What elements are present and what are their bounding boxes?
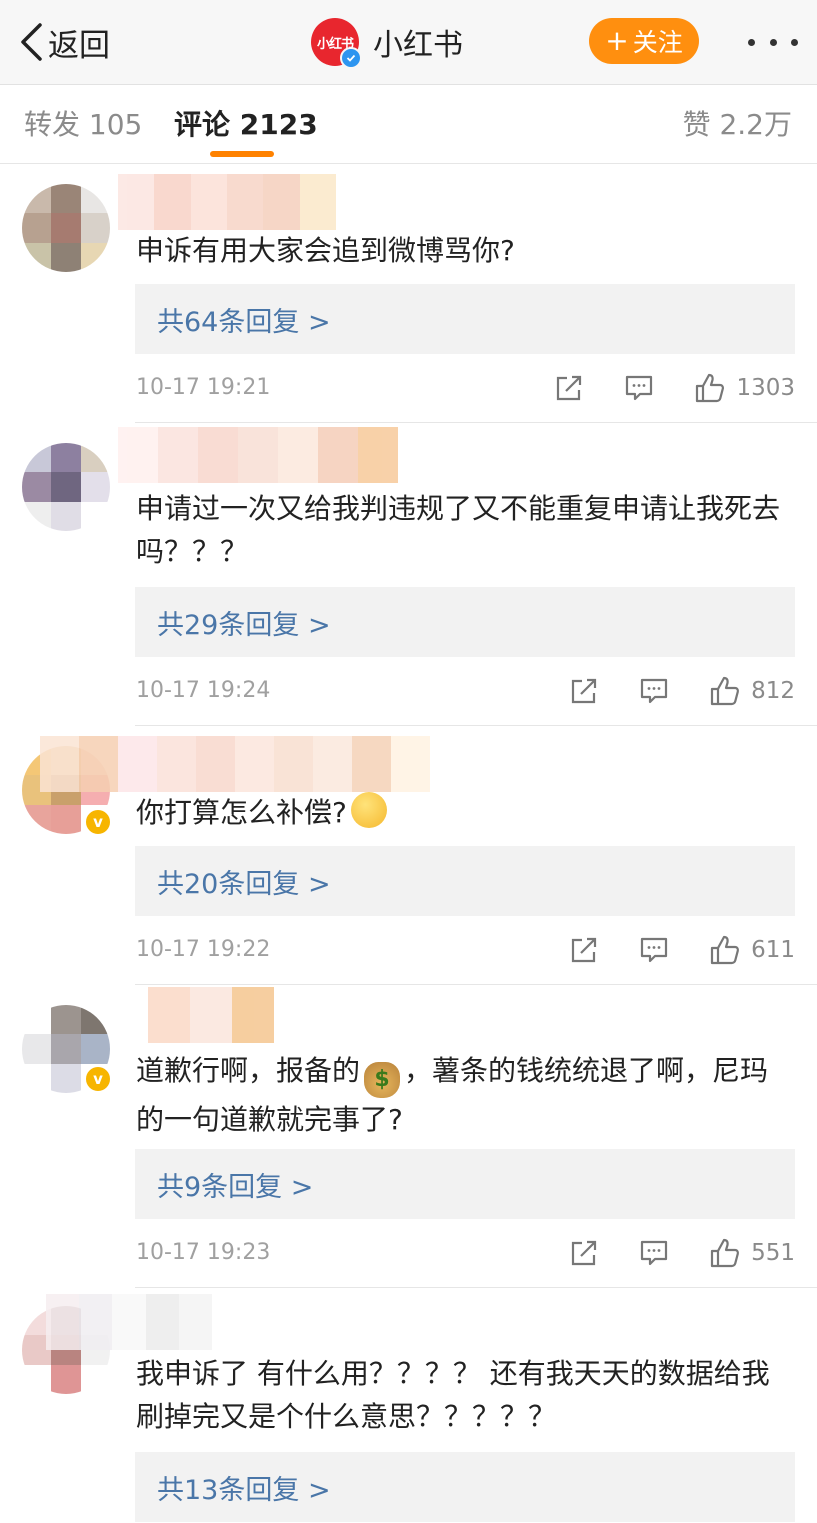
thumb-up-icon <box>710 1238 740 1268</box>
username-blurred[interactable] <box>40 736 430 792</box>
replies-button[interactable]: 共13条回复 > <box>135 1452 795 1522</box>
like-button[interactable]: 551 <box>709 1237 795 1269</box>
comment-text: 我申诉了 有什么用？？？？ 还有我天天的数据给我刷掉完又是个什么意思？？？？？ <box>136 1357 770 1433</box>
comment-time: 10-17 19:23 <box>136 1240 271 1265</box>
avatar[interactable] <box>22 443 110 531</box>
account-logo: 小红书 <box>311 18 362 69</box>
comment-text-content: 你打算怎么补偿? <box>136 796 347 829</box>
comment-item: v 道歉行啊，报备的 $ ，薯条的钱统统退了啊，尼玛的一句道歉就完事了? 共9条回复… <box>0 985 817 1288</box>
account-title[interactable]: 小红书 小红书 <box>311 18 463 69</box>
shocked-face-emoji-icon <box>350 792 387 828</box>
follow-button[interactable]: + 关注 <box>589 18 699 64</box>
top-navigation-bar: 返回 小红书 小红书 + 关注 <box>0 0 817 85</box>
replies-button[interactable]: 共20条回复 > <box>135 846 795 916</box>
tab-comment[interactable]: 评论 2123 <box>174 103 318 143</box>
back-button[interactable]: 返回 <box>18 20 110 64</box>
comment-icon[interactable] <box>624 374 654 402</box>
thumb-up-icon <box>710 676 740 706</box>
active-tab-indicator <box>210 151 274 157</box>
username-blurred[interactable] <box>148 987 274 1043</box>
comment-actions: 1303 <box>554 368 795 408</box>
username-blurred[interactable] <box>118 174 336 230</box>
like-button[interactable]: 611 <box>709 934 795 966</box>
comment-icon[interactable] <box>639 677 669 705</box>
username-blurred[interactable] <box>118 427 398 483</box>
replies-button[interactable]: 共9条回复 > <box>135 1149 795 1219</box>
dot <box>791 38 798 46</box>
replies-button[interactable]: 共64条回复 > <box>135 284 795 354</box>
avatar[interactable] <box>22 184 110 272</box>
tab-repost[interactable]: 转发 105 <box>24 103 142 143</box>
chevron-left-icon <box>21 23 42 61</box>
comment-item: 申请过一次又给我判违规了又不能重复申请让我死去吗？？？ 共29条回复 > 10-… <box>0 423 817 726</box>
username-blurred[interactable] <box>46 1294 213 1350</box>
thumb-up-icon <box>696 373 725 403</box>
comment-time: 10-17 19:24 <box>136 678 271 703</box>
comment-actions: 551 <box>569 1233 795 1273</box>
dot <box>748 38 755 46</box>
replies-label: 共29条回复 > <box>157 609 331 641</box>
comment-text-part-a: 道歉行啊，报备的 <box>136 1054 361 1087</box>
money-bag-emoji-icon: $ <box>364 1062 401 1098</box>
like-count: 812 <box>751 678 795 704</box>
share-icon[interactable] <box>569 935 599 965</box>
comment-actions: 812 <box>569 671 795 711</box>
comment-icon[interactable] <box>639 1239 669 1267</box>
replies-label: 共13条回复 > <box>157 1474 331 1506</box>
comment-item: 申诉有用大家会追到微博骂你? 共64条回复 > 10-17 19:21 1303 <box>0 164 817 423</box>
share-icon[interactable] <box>569 676 599 706</box>
follow-label: 关注 <box>632 28 683 57</box>
comment-text: 申诉有用大家会追到微博骂你? <box>136 234 515 267</box>
replies-label: 共64条回复 > <box>157 306 331 338</box>
tab-like[interactable]: 赞 2.2万 <box>683 103 792 143</box>
tab-bar: 转发 105 评论 2123 赞 2.2万 <box>0 85 817 164</box>
comment-icon[interactable] <box>639 936 669 964</box>
replies-button[interactable]: 共29条回复 > <box>135 587 795 657</box>
more-dots-icon[interactable] <box>748 30 798 54</box>
comment-item: v 你打算怎么补偿? 共20条回复 > 10-17 19:22 611 <box>0 726 817 985</box>
share-icon[interactable] <box>569 1238 599 1268</box>
like-count: 1303 <box>736 375 795 401</box>
dot <box>769 38 777 46</box>
thumb-up-icon <box>710 935 740 965</box>
like-button[interactable]: 812 <box>709 675 795 707</box>
replies-label: 共9条回复 > <box>157 1171 314 1203</box>
share-icon[interactable] <box>554 373 584 403</box>
verified-badge-icon: v <box>84 808 112 836</box>
comment-item: 我申诉了 有什么用？？？？ 还有我天天的数据给我刷掉完又是个什么意思？？？？？ … <box>0 1288 817 1523</box>
comment-time: 10-17 19:21 <box>136 375 271 400</box>
like-count: 611 <box>751 937 795 963</box>
verified-badge-icon <box>340 47 362 69</box>
back-label: 返回 <box>48 27 110 64</box>
comment-time: 10-17 19:22 <box>136 937 271 962</box>
like-count: 551 <box>751 1240 795 1266</box>
comment-text: 申请过一次又给我判违规了又不能重复申请让我死去吗？？？ <box>136 492 781 568</box>
page-title: 小红书 <box>373 28 463 63</box>
comment-actions: 611 <box>569 930 795 970</box>
like-button[interactable]: 1303 <box>694 372 795 404</box>
replies-label: 共20条回复 > <box>157 868 331 900</box>
comment-text: 你打算怎么补偿? <box>136 791 796 834</box>
verified-badge-icon: v <box>84 1065 112 1093</box>
comment-text: 道歉行啊，报备的 $ ，薯条的钱统统退了啊，尼玛的一句道歉就完事了? <box>136 1049 796 1141</box>
plus-icon: + <box>605 24 629 57</box>
